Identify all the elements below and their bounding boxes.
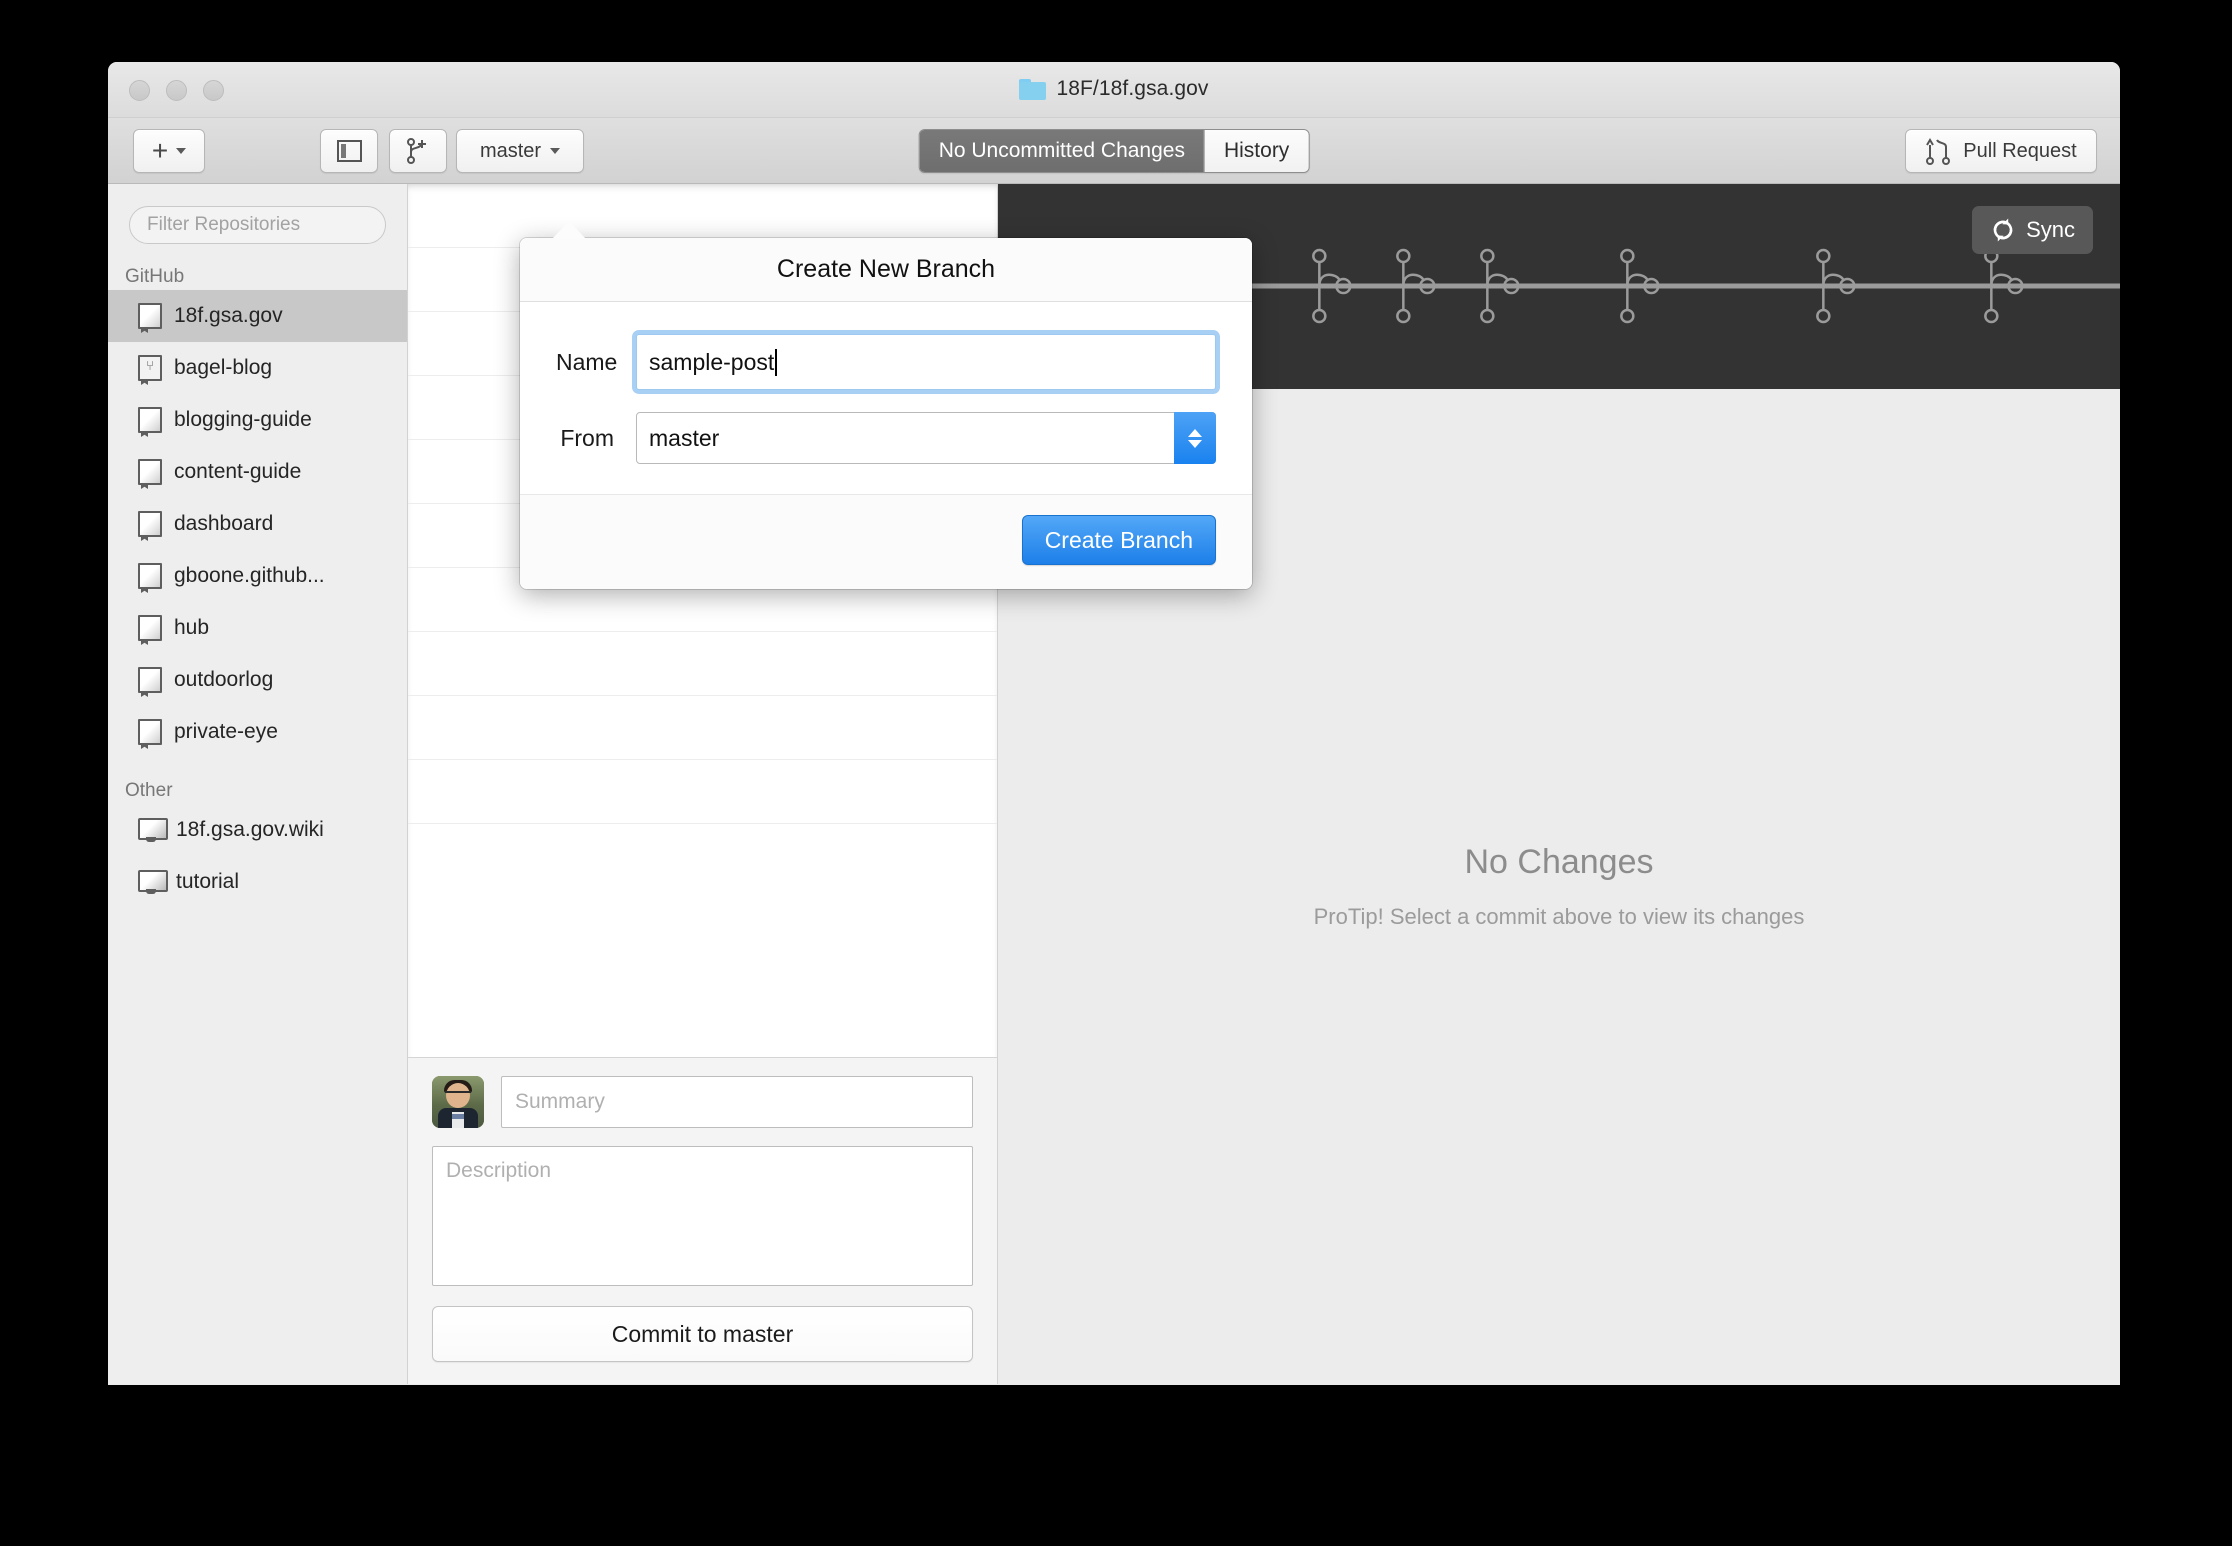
title-bar: 18F/18f.gsa.gov xyxy=(108,62,2120,118)
list-item[interactable] xyxy=(408,696,997,760)
chevron-down-icon xyxy=(176,148,187,154)
tab-uncommitted-changes[interactable]: No Uncommitted Changes xyxy=(919,130,1204,172)
sidebar-item-hub[interactable]: hub xyxy=(108,602,407,654)
branch-name-input[interactable]: sample-post xyxy=(636,334,1216,390)
sidebar-item-bagel-blog[interactable]: ⑂ bagel-blog xyxy=(108,342,407,394)
from-field-row: From master xyxy=(556,412,1216,464)
create-branch-button[interactable] xyxy=(389,129,447,173)
plus-icon: + xyxy=(151,135,169,166)
no-changes-title: No Changes xyxy=(1464,843,1654,881)
pull-request-label: Pull Request xyxy=(1963,139,2077,162)
repo-icon xyxy=(138,719,162,745)
sidebar-item-label: gboone.github... xyxy=(174,564,325,587)
sync-icon xyxy=(1993,218,2013,242)
sidebar-item-label: blogging-guide xyxy=(174,408,312,431)
sync-button[interactable]: Sync xyxy=(1972,206,2093,254)
window-title-wrap: 18F/18f.gsa.gov xyxy=(108,77,2120,101)
add-repository-button[interactable]: + xyxy=(133,129,205,173)
window-title: 18F/18f.gsa.gov xyxy=(1056,77,1209,100)
sidebar-item-label: outdoorlog xyxy=(174,668,274,691)
sidebar-group-other: Other xyxy=(125,780,173,801)
summary-row: Summary xyxy=(432,1076,973,1128)
sidebar: Filter Repositories GitHub 18f.gsa.gov ⑂… xyxy=(108,184,408,1384)
sidebar-item-18f-gsa-gov-wiki[interactable]: 18f.gsa.gov.wiki xyxy=(108,804,407,856)
repo-icon xyxy=(138,667,162,693)
toolbar: + master No Uncommitted Changes History … xyxy=(108,118,2120,184)
sidebar-item-tutorial[interactable]: tutorial xyxy=(108,856,407,908)
pull-request-button[interactable]: Pull Request xyxy=(1905,129,2097,173)
list-item[interactable] xyxy=(408,760,997,824)
from-branch-value: master xyxy=(649,424,720,451)
sidebar-item-content-guide[interactable]: content-guide xyxy=(108,446,407,498)
sidebar-item-label: dashboard xyxy=(174,512,274,535)
branch-selector-button[interactable]: master xyxy=(456,129,584,173)
sidebar-item-label: 18f.gsa.gov xyxy=(174,304,283,327)
chevron-down-icon xyxy=(1188,439,1202,448)
sidebar-item-blogging-guide[interactable]: blogging-guide xyxy=(108,394,407,446)
create-branch-dialog: Create New Branch Name sample-post From … xyxy=(520,221,1252,589)
sidebar-item-dashboard[interactable]: dashboard xyxy=(108,498,407,550)
sidebar-item-private-eye[interactable]: private-eye xyxy=(108,706,407,758)
sidebar-item-label: bagel-blog xyxy=(174,356,273,379)
sidebar-item-label: tutorial xyxy=(176,870,240,893)
repo-icon xyxy=(138,303,162,329)
sidebar-group-github: GitHub xyxy=(125,266,185,287)
toggle-sidebar-button[interactable] xyxy=(320,129,378,173)
repo-icon xyxy=(138,563,162,589)
repo-icon xyxy=(138,407,162,433)
dialog-body: Name sample-post From master xyxy=(520,302,1252,494)
sidebar-item-gboone-github[interactable]: gboone.github... xyxy=(108,550,407,602)
commit-form: Summary Description Commit to master xyxy=(408,1057,997,1384)
create-branch-icon xyxy=(407,138,426,164)
repo-fork-icon: ⑂ xyxy=(138,355,162,381)
view-segmented-control: No Uncommitted Changes History xyxy=(918,129,1310,173)
from-label: From xyxy=(560,424,614,451)
create-branch-submit-button[interactable]: Create Branch xyxy=(1021,515,1216,565)
sidebar-item-label: 18f.gsa.gov.wiki xyxy=(176,818,324,841)
sidebar-item-outdoorlog[interactable]: outdoorlog xyxy=(108,654,407,706)
list-item[interactable] xyxy=(408,632,997,696)
commit-button[interactable]: Commit to master xyxy=(432,1306,973,1362)
repo-icon xyxy=(138,615,162,641)
description-input[interactable]: Description xyxy=(432,1146,973,1286)
summary-input[interactable]: Summary xyxy=(501,1076,973,1128)
no-changes-subtitle: ProTip! Select a commit above to view it… xyxy=(1313,904,1805,929)
app-window: 18F/18f.gsa.gov + master No Uncommitted … xyxy=(108,62,2120,1385)
chevron-down-icon xyxy=(550,148,561,154)
folder-icon xyxy=(1019,78,1047,100)
dialog-title: Create New Branch xyxy=(520,238,1252,302)
filter-repositories-input[interactable]: Filter Repositories xyxy=(129,206,386,244)
sidebar-item-label: hub xyxy=(174,616,210,639)
branch-selector-label: master xyxy=(479,139,542,162)
repo-icon xyxy=(138,459,162,485)
tab-history[interactable]: History xyxy=(1203,130,1309,172)
name-field-row: Name sample-post xyxy=(556,334,1216,390)
sync-label: Sync xyxy=(2026,217,2075,242)
sidebar-item-label: content-guide xyxy=(174,460,302,483)
local-repo-icon xyxy=(138,818,168,842)
sidebar-toggle-icon xyxy=(336,140,362,162)
sidebar-item-18f-gsa-gov[interactable]: 18f.gsa.gov xyxy=(108,290,407,342)
avatar xyxy=(432,1076,484,1128)
text-caret xyxy=(775,348,778,376)
branch-name-value: sample-post xyxy=(649,348,775,375)
dialog-footer: Create Branch xyxy=(520,494,1252,589)
name-label: Name xyxy=(556,348,618,375)
pull-request-icon xyxy=(1926,138,1951,165)
from-branch-select[interactable]: master xyxy=(636,412,1216,464)
chevron-up-icon xyxy=(1188,428,1202,437)
sidebar-item-label: private-eye xyxy=(174,720,278,743)
stepper-icon[interactable] xyxy=(1174,412,1216,464)
local-repo-icon xyxy=(138,870,168,894)
repo-icon xyxy=(138,511,162,537)
